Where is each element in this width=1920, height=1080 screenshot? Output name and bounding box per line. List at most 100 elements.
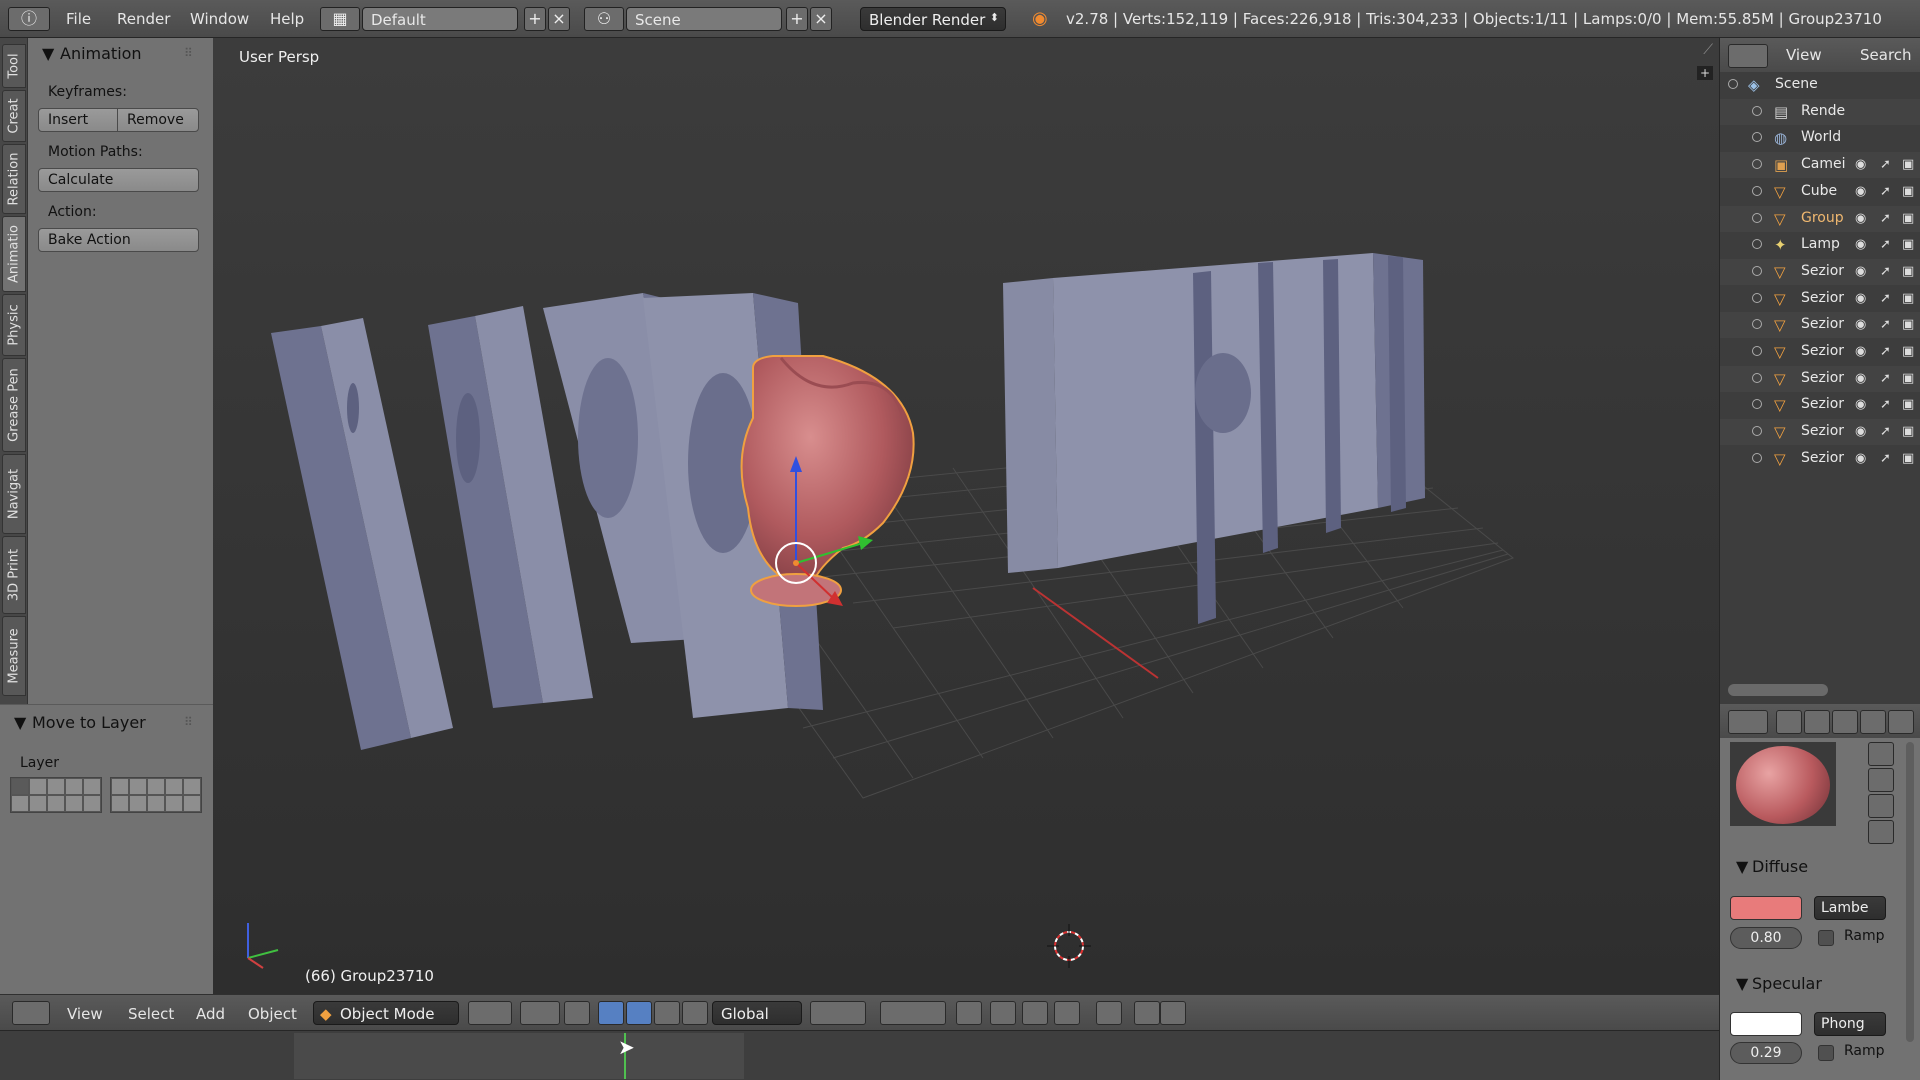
outliner-item-label[interactable]: Sezior	[1801, 450, 1849, 466]
diffuse-shader-dropdown[interactable]: Lambe	[1814, 896, 1886, 920]
tab-animation[interactable]: Animatio	[2, 216, 26, 292]
renderable-camera-icon[interactable]: ▣	[1902, 344, 1914, 359]
expand-toggle-icon[interactable]	[1752, 399, 1762, 410]
translate-manipulator-icon[interactable]	[598, 1001, 624, 1025]
viewport-scene[interactable]	[213, 38, 1719, 994]
expand-toggle-icon[interactable]	[1752, 452, 1762, 463]
outliner-item[interactable]: ▽ Sezior ◉ ➚ ▣	[1720, 446, 1920, 472]
menu-window[interactable]: Window	[190, 10, 249, 28]
outliner-item-label[interactable]: Sezior	[1801, 370, 1849, 386]
tab-navigation[interactable]: Navigat	[2, 454, 26, 534]
selectable-arrow-icon[interactable]: ➚	[1880, 424, 1891, 439]
expand-toggle-icon[interactable]	[1752, 346, 1762, 356]
editor-type-outliner-icon[interactable]	[1728, 44, 1768, 68]
specular-color-swatch[interactable]	[1730, 1012, 1802, 1036]
frame-range[interactable]	[294, 1033, 744, 1079]
expand-toggle-icon[interactable]	[1752, 212, 1762, 223]
outliner-item[interactable]: ✦ Lamp ◉ ➚ ▣	[1720, 232, 1920, 258]
visibility-eye-icon[interactable]: ◉	[1855, 424, 1866, 439]
layer-toggle[interactable]	[129, 778, 147, 795]
renderable-camera-icon[interactable]: ▣	[1902, 371, 1914, 386]
outliner-item-label[interactable]: Lamp	[1801, 236, 1849, 252]
menu-help[interactable]: Help	[270, 10, 304, 28]
tab-3d-print[interactable]: 3D Print	[2, 536, 26, 614]
visibility-eye-icon[interactable]: ◉	[1855, 371, 1866, 386]
expand-toggle-icon[interactable]	[1752, 132, 1762, 143]
selectable-arrow-icon[interactable]: ➚	[1880, 317, 1891, 332]
specular-panel-title[interactable]: Specular	[1752, 974, 1822, 993]
scene-tab-icon[interactable]	[1832, 710, 1858, 734]
timeline-area[interactable]: ➤	[0, 1030, 1719, 1080]
bake-action-button[interactable]: Bake Action	[38, 228, 199, 252]
outliner-item[interactable]: ◈ Scene	[1720, 72, 1920, 98]
delete-scene-icon[interactable]: ×	[810, 7, 832, 31]
panel-collapse-icon[interactable]: ▼	[1736, 974, 1748, 993]
properties-toggle-icon[interactable]: +	[1696, 66, 1713, 80]
outliner-item-label[interactable]: Rende	[1801, 103, 1849, 119]
render-layers-tab-icon[interactable]	[1804, 710, 1830, 734]
remove-keyframe-button[interactable]: Remove	[117, 108, 199, 132]
proportional-edit-icon[interactable]	[990, 1001, 1016, 1025]
outliner-view-menu[interactable]: View	[1786, 46, 1822, 64]
layer-grid-right[interactable]	[110, 777, 202, 813]
expand-toggle-icon[interactable]	[1752, 105, 1762, 116]
renderable-camera-icon[interactable]: ▣	[1902, 264, 1914, 279]
layer-toggle[interactable]	[147, 778, 165, 795]
visibility-eye-icon[interactable]: ◉	[1855, 184, 1866, 199]
outliner-item[interactable]: ▽ Sezior ◉ ➚ ▣	[1720, 392, 1920, 418]
layer-toggle[interactable]	[65, 795, 83, 812]
add-scene-icon[interactable]: +	[786, 7, 808, 31]
render-tab-icon[interactable]	[1776, 710, 1802, 734]
visibility-eye-icon[interactable]: ◉	[1855, 397, 1866, 412]
layer-toggle[interactable]	[165, 778, 183, 795]
manipulator-toggle-icon[interactable]	[564, 1001, 590, 1025]
selectable-arrow-icon[interactable]: ➚	[1880, 157, 1891, 172]
outliner-item[interactable]: ▤ Rende	[1720, 98, 1920, 125]
outliner-item-label[interactable]: Group	[1801, 210, 1849, 226]
outliner-item[interactable]: ▽ Sezior ◉ ➚ ▣	[1720, 419, 1920, 446]
render-engine-dropdown[interactable]: Blender Render ⬍	[860, 7, 1006, 31]
editor-type-properties-icon[interactable]	[1728, 710, 1768, 734]
selectable-arrow-icon[interactable]: ➚	[1880, 291, 1891, 306]
expand-toggle-icon[interactable]	[1728, 79, 1738, 89]
selectable-arrow-icon[interactable]: ➚	[1880, 397, 1891, 412]
panel-grip-icon[interactable]: ⠿	[184, 715, 193, 729]
visibility-eye-icon[interactable]: ◉	[1855, 211, 1866, 226]
outliner-item[interactable]: ▽ Cube ◉ ➚ ▣	[1720, 179, 1920, 205]
layer-toggle[interactable]	[129, 795, 147, 812]
outliner-item-label[interactable]: Sezior	[1801, 396, 1849, 412]
selectable-arrow-icon[interactable]: ➚	[1880, 264, 1891, 279]
layers-right-icon[interactable]	[880, 1001, 946, 1025]
visibility-eye-icon[interactable]: ◉	[1855, 264, 1866, 279]
selectable-arrow-icon[interactable]: ➚	[1880, 211, 1891, 226]
layer-toggle[interactable]	[83, 795, 101, 812]
preview-monkey-icon[interactable]	[1868, 768, 1894, 792]
layer-toggle[interactable]	[111, 795, 129, 812]
specular-intensity-field[interactable]: 0.29	[1730, 1042, 1802, 1064]
selectable-arrow-icon[interactable]: ➚	[1880, 184, 1891, 199]
visibility-eye-icon[interactable]: ◉	[1855, 317, 1866, 332]
renderable-camera-icon[interactable]: ▣	[1902, 424, 1914, 439]
expand-toggle-icon[interactable]	[1752, 372, 1762, 383]
outliner-item-label[interactable]: Sezior	[1801, 263, 1849, 279]
layer-toggle[interactable]	[29, 778, 47, 795]
renderable-camera-icon[interactable]: ▣	[1902, 157, 1914, 172]
outliner-item[interactable]: ▽ Sezior ◉ ➚ ▣	[1720, 312, 1920, 339]
move-to-layer-title[interactable]: Move to Layer	[32, 713, 146, 732]
expand-toggle-icon[interactable]	[1752, 159, 1762, 170]
selectable-arrow-icon[interactable]: ➚	[1880, 237, 1891, 252]
renderable-camera-icon[interactable]: ▣	[1902, 317, 1914, 332]
panel-collapse-icon[interactable]: ▼	[14, 713, 26, 732]
renderable-camera-icon[interactable]: ▣	[1902, 184, 1914, 199]
lock-layers-icon[interactable]	[956, 1001, 982, 1025]
editor-type-3d-icon[interactable]	[12, 1001, 50, 1025]
outliner-item[interactable]: ◍ World	[1720, 125, 1920, 151]
layer-toggle[interactable]	[111, 778, 129, 795]
tab-tool[interactable]: Tool	[2, 44, 26, 88]
expand-toggle-icon[interactable]	[1752, 292, 1762, 303]
menu-file[interactable]: File	[66, 10, 91, 28]
selectable-arrow-icon[interactable]: ➚	[1880, 451, 1891, 466]
calculate-button[interactable]: Calculate	[38, 168, 199, 192]
renderable-camera-icon[interactable]: ▣	[1902, 291, 1914, 306]
diffuse-color-swatch[interactable]	[1730, 896, 1802, 920]
